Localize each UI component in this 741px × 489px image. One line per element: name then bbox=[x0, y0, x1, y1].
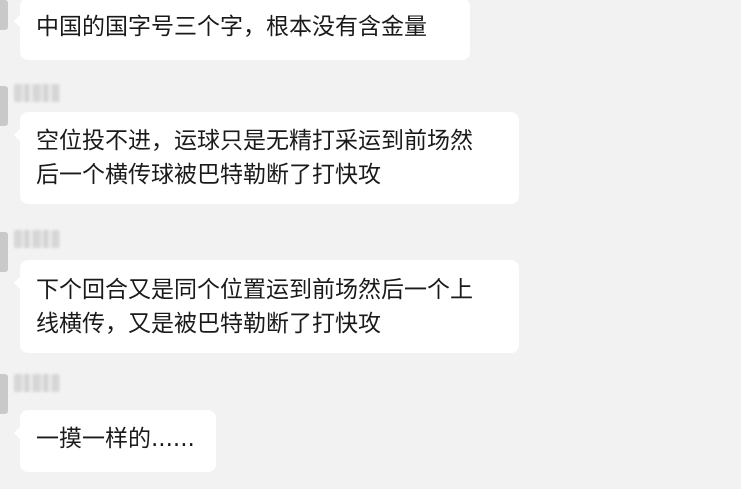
message-bubble[interactable]: 空位投不进，运球只是无精打采运到前场然 后一个横传球被巴特勒断了打快攻 bbox=[14, 112, 519, 204]
message-text-line: 下个回合又是同个位置运到前场然后一个上 bbox=[36, 277, 473, 303]
message-text-line: 空位投不进，运球只是无精打采运到前场然 bbox=[36, 128, 473, 154]
sender-avatar[interactable] bbox=[0, 374, 8, 414]
sender-nickname-blurred bbox=[14, 84, 60, 102]
message-text-line: 一摸一样的...... bbox=[36, 426, 195, 452]
sender-avatar[interactable] bbox=[0, 0, 8, 30]
message-text-line: 后一个横传球被巴特勒断了打快攻 bbox=[36, 162, 381, 188]
sender-avatar[interactable] bbox=[0, 86, 8, 126]
sender-nickname-blurred bbox=[14, 230, 60, 248]
sender-avatar[interactable] bbox=[0, 232, 8, 272]
sender-nickname-blurred bbox=[14, 374, 60, 392]
message-text-line: 线横传，又是被巴特勒断了打快攻 bbox=[36, 311, 381, 337]
message-bubble[interactable]: 一摸一样的...... bbox=[14, 410, 216, 472]
message-text-line: 中国的国字号三个字，根本没有含金量 bbox=[36, 14, 427, 40]
message-bubble[interactable]: 中国的国字号三个字，根本没有含金量 bbox=[14, 0, 470, 60]
message-bubble[interactable]: 下个回合又是同个位置运到前场然后一个上 线横传，又是被巴特勒断了打快攻 bbox=[14, 260, 519, 353]
